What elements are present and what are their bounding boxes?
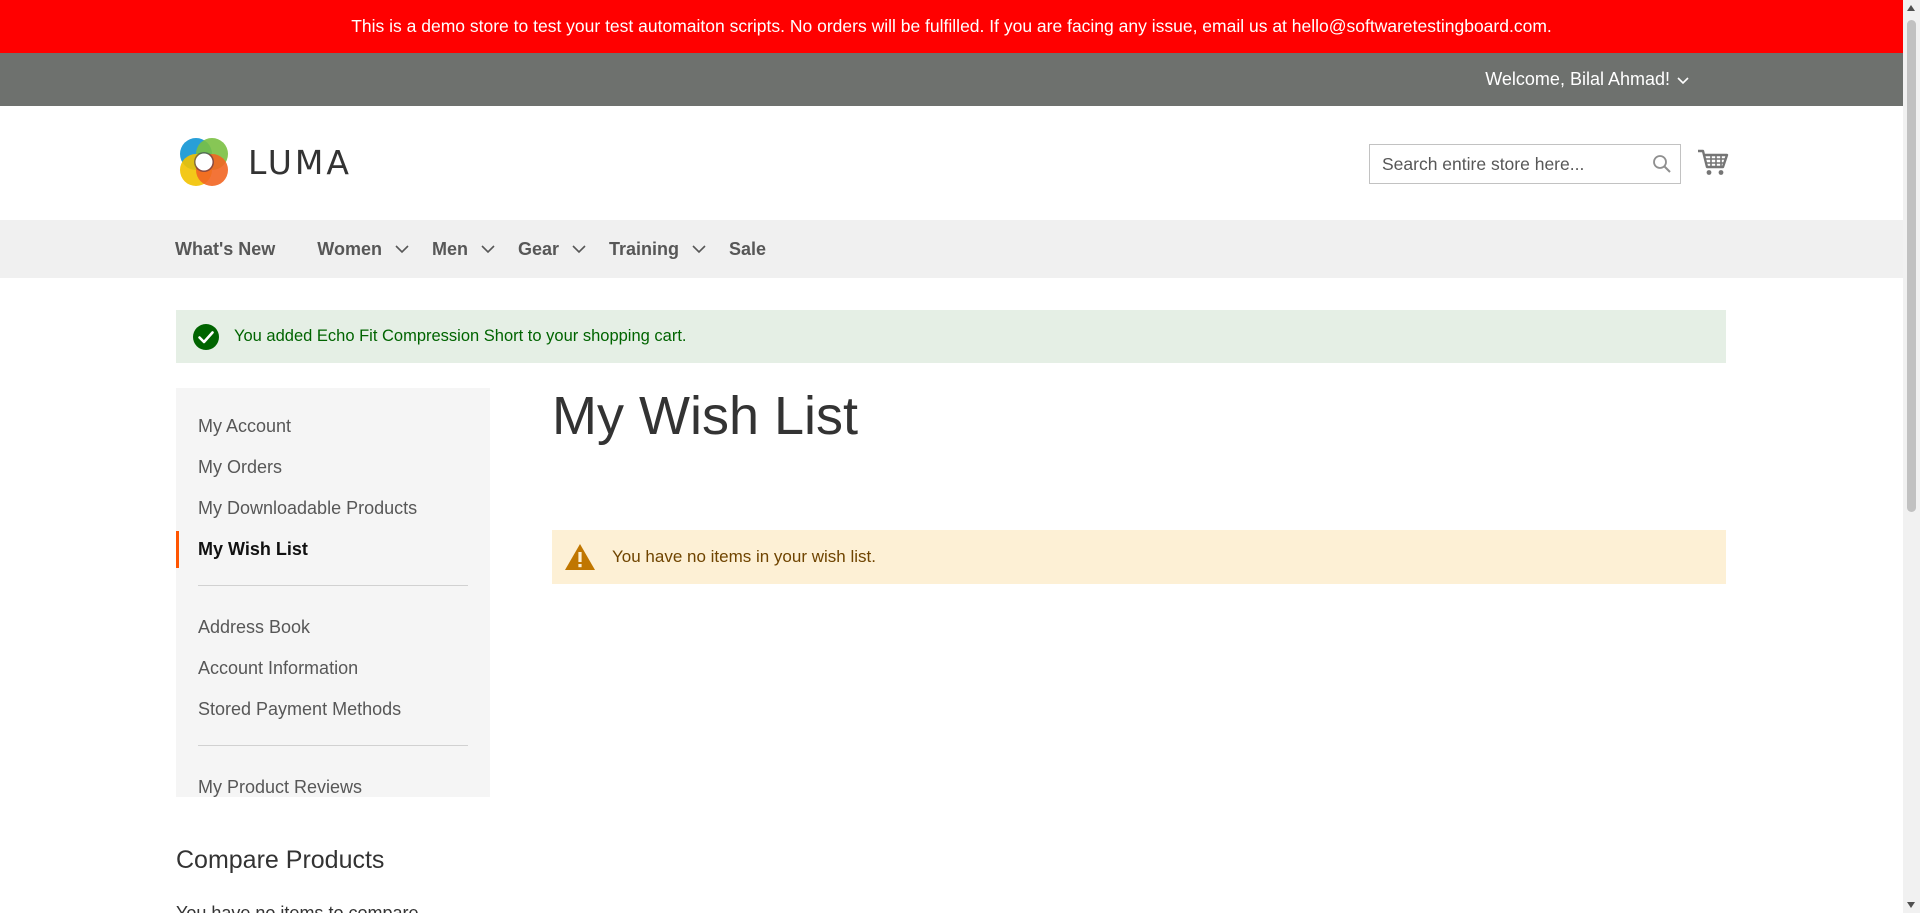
page-title: My Wish List: [552, 386, 859, 446]
cart-icon: [1698, 149, 1729, 175]
sidebar-item-my-downloadable-products[interactable]: My Downloadable Products: [176, 488, 490, 529]
sidebar-divider: [198, 585, 468, 586]
nav-sale[interactable]: Sale: [729, 220, 766, 278]
sidebar-item-label: Stored Payment Methods: [198, 699, 402, 719]
sidebar-item-my-orders[interactable]: My Orders: [176, 447, 490, 488]
warning-message-text: You have no items in your wish list.: [612, 547, 876, 566]
sidebar-item-my-account[interactable]: My Account: [176, 406, 490, 447]
luma-logo-icon: [180, 138, 228, 186]
nav-women[interactable]: Women: [317, 220, 410, 278]
sidebar-item-stored-payment-methods[interactable]: Stored Payment Methods: [176, 689, 490, 730]
scroll-up-arrow-icon[interactable]: [1907, 5, 1915, 11]
nav-men[interactable]: Men: [432, 220, 496, 278]
main-navigation: What's New Women Men Gear Training Sale: [0, 220, 1903, 278]
customer-welcome-toggle[interactable]: Welcome, Bilal Ahmad!: [1485, 69, 1690, 90]
chevron-down-icon: [572, 245, 586, 254]
nav-label: Men: [431, 238, 468, 259]
scroll-down-arrow-icon[interactable]: [1907, 902, 1915, 908]
compare-empty-text: You have no items to compare.: [176, 903, 424, 913]
chevron-down-icon: [481, 245, 495, 254]
sidebar-item-label: My Account: [198, 416, 292, 436]
nav-label: Women: [317, 238, 382, 259]
sidebar-item-my-product-reviews[interactable]: My Product Reviews: [176, 767, 490, 808]
success-message: You added Echo Fit Compression Short to …: [176, 310, 1726, 363]
success-message-text: You added Echo Fit Compression Short to …: [234, 327, 687, 345]
nav-label: Gear: [517, 238, 559, 259]
chevron-down-icon: [692, 245, 706, 254]
compare-products-title: Compare Products: [176, 846, 385, 874]
demo-store-banner: This is a demo store to test your test a…: [0, 0, 1903, 53]
nav-label: What's New: [175, 238, 276, 259]
chevron-down-icon: [1677, 76, 1689, 84]
nav-whats-new[interactable]: What's New: [175, 220, 275, 278]
header-top-bar: Welcome, Bilal Ahmad!: [0, 53, 1903, 106]
sidebar-item-label: My Wish List: [198, 539, 308, 559]
sidebar-item-label: Account Information: [198, 658, 359, 678]
account-sidebar-nav: My Account My Orders My Downloadable Pro…: [176, 388, 490, 797]
empty-wishlist-message: You have no items in your wish list.: [552, 530, 1726, 584]
demo-banner-text: This is a demo store to test your test a…: [351, 16, 1552, 36]
nav-gear[interactable]: Gear: [518, 220, 587, 278]
warning-icon: [565, 544, 595, 570]
page: This is a demo store to test your test a…: [0, 0, 1903, 913]
logo-text: LUMA: [248, 142, 352, 182]
chevron-down-icon: [395, 245, 409, 254]
minicart-button[interactable]: [1697, 146, 1729, 178]
search-input[interactable]: [1370, 145, 1644, 183]
sidebar-item-label: My Orders: [198, 457, 283, 477]
page-scrollbar[interactable]: [1903, 0, 1920, 913]
sidebar-item-label: My Downloadable Products: [198, 498, 418, 518]
sidebar-divider: [198, 745, 468, 746]
nav-training[interactable]: Training: [609, 220, 707, 278]
sidebar-item-address-book[interactable]: Address Book: [176, 607, 490, 648]
store-logo[interactable]: LUMA: [176, 134, 352, 190]
search-box: [1369, 144, 1681, 184]
scrollbar-thumb[interactable]: [1907, 20, 1916, 512]
header-content: LUMA: [0, 106, 1903, 220]
sidebar-item-label: Address Book: [198, 617, 311, 637]
sidebar-item-account-information[interactable]: Account Information: [176, 648, 490, 689]
welcome-text: Welcome, Bilal Ahmad!: [1485, 69, 1670, 89]
search-button[interactable]: [1644, 145, 1680, 183]
check-circle-icon: [193, 323, 219, 350]
search-icon: [1653, 155, 1671, 173]
nav-label: Training: [609, 238, 680, 259]
nav-label: Sale: [729, 238, 767, 259]
sidebar-item-label: My Product Reviews: [198, 777, 363, 797]
sidebar-item-my-wish-list: My Wish List: [176, 529, 490, 570]
